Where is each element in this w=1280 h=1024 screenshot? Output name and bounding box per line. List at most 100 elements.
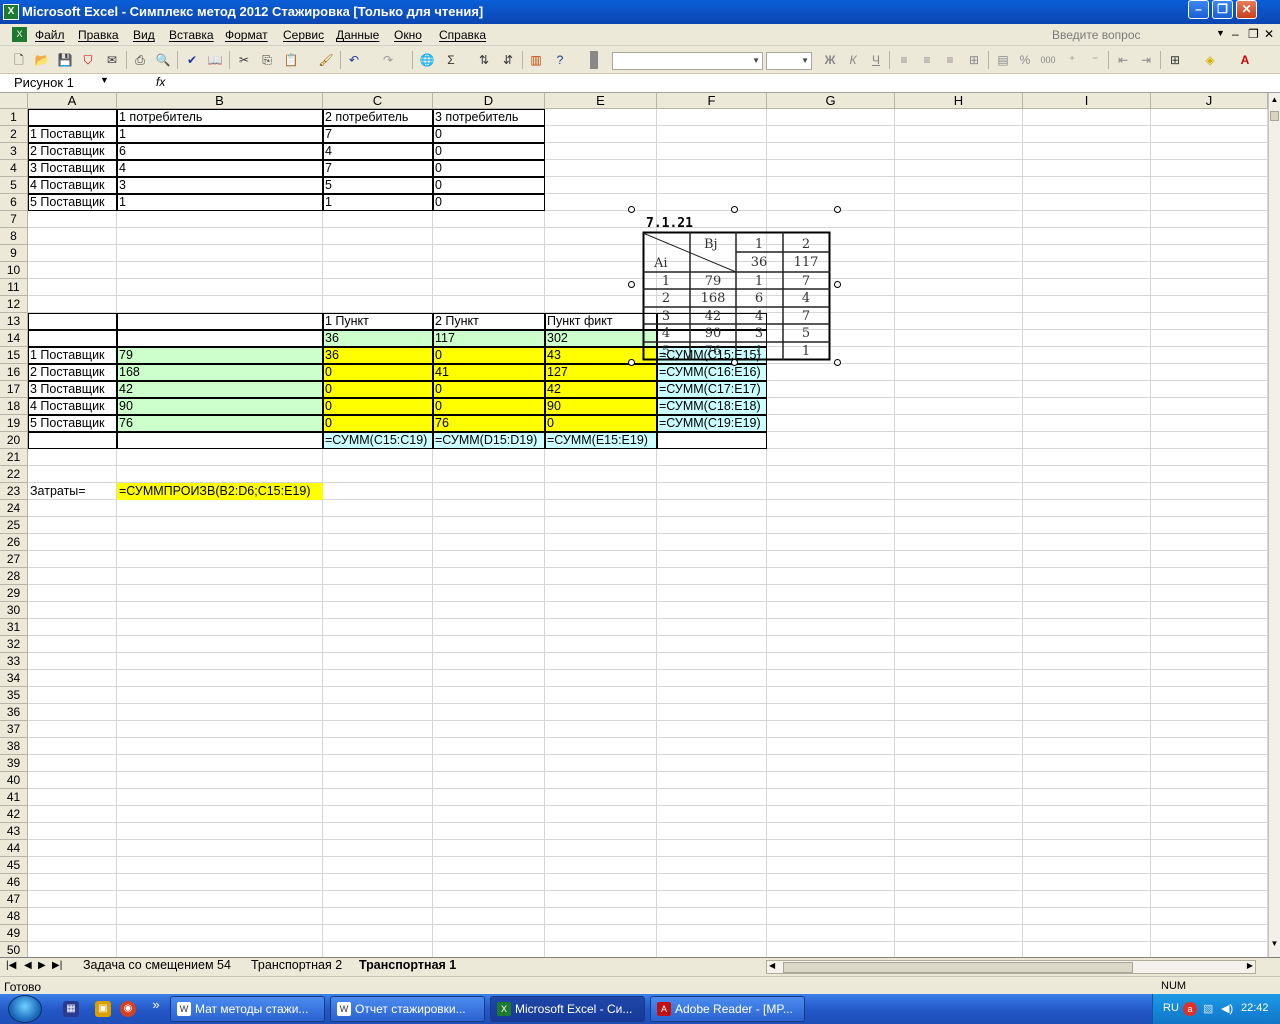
align-right-icon[interactable]: ≡ bbox=[942, 52, 958, 68]
row-header[interactable]: 34 bbox=[0, 670, 28, 687]
scroll-thumb[interactable] bbox=[1270, 111, 1279, 121]
cell-c1[interactable]: 2 потребитель bbox=[323, 109, 433, 126]
column-header-h[interactable]: H bbox=[895, 93, 1023, 109]
horizontal-scrollbar[interactable]: ◀ ▶ bbox=[766, 960, 1256, 974]
cell-a4[interactable]: 3 Поставщик bbox=[28, 160, 117, 177]
increase-indent-icon[interactable]: ⇥ bbox=[1138, 52, 1154, 68]
row-header[interactable]: 3 bbox=[0, 143, 28, 160]
embedded-picture[interactable]: 7.1.21 Bj Ai 1 2 36 117 1 79 1 72 168 6 43 42 4 7… bbox=[642, 211, 834, 363]
next-sheet-icon[interactable]: ▶ bbox=[38, 960, 46, 971]
borders-icon[interactable]: ⊞ bbox=[1167, 52, 1183, 68]
menu-edit[interactable]: Правка bbox=[78, 28, 119, 42]
resize-handle[interactable] bbox=[731, 206, 738, 213]
sort-ascending-icon[interactable]: ⇅ bbox=[476, 52, 492, 68]
select-all-corner[interactable] bbox=[0, 93, 28, 109]
cell-a17[interactable]: 3 Поставщик bbox=[28, 381, 117, 398]
tab-transportnaya-1[interactable]: Транспортная 1 bbox=[359, 958, 456, 972]
row-header[interactable]: 44 bbox=[0, 840, 28, 857]
ask-question-input[interactable]: Введите вопрос bbox=[1052, 28, 1141, 42]
cell-b2[interactable]: 1 bbox=[117, 126, 323, 143]
cut-icon[interactable]: ✂ bbox=[236, 52, 252, 68]
cell-d6[interactable]: 0 bbox=[433, 194, 545, 211]
menu-tools[interactable]: Сервис bbox=[283, 28, 324, 42]
cell-e19[interactable]: 0 bbox=[545, 415, 657, 432]
resize-handle[interactable] bbox=[628, 359, 635, 366]
cell-c6[interactable]: 1 bbox=[323, 194, 433, 211]
cell-d2[interactable]: 0 bbox=[433, 126, 545, 143]
menu-file[interactable]: Файл bbox=[35, 28, 65, 42]
cell-d3[interactable]: 0 bbox=[433, 143, 545, 160]
row-header[interactable]: 13 bbox=[0, 313, 28, 330]
cell-b14[interactable] bbox=[117, 330, 323, 347]
fill-color-icon[interactable]: ◈ bbox=[1202, 52, 1218, 68]
cell-d18[interactable]: 0 bbox=[433, 398, 545, 415]
autosum-icon[interactable]: Σ bbox=[443, 52, 459, 68]
decrease-decimal-icon[interactable]: ⁻ bbox=[1087, 52, 1103, 68]
row-header[interactable]: 26 bbox=[0, 534, 28, 551]
cell-c14[interactable]: 36 bbox=[323, 330, 433, 347]
task-adobe-reader[interactable]: A Adobe Reader - [MP... bbox=[650, 996, 805, 1022]
row-header[interactable]: 24 bbox=[0, 500, 28, 517]
cell-f18[interactable]: =СУММ(C18:E18) bbox=[657, 398, 767, 415]
excel-doc-icon[interactable]: X bbox=[12, 27, 27, 42]
fx-icon[interactable]: fx bbox=[156, 75, 165, 89]
resize-handle[interactable] bbox=[834, 359, 841, 366]
cell-e14[interactable]: 302 bbox=[545, 330, 657, 347]
cell-c13[interactable]: 1 Пункт bbox=[323, 313, 433, 330]
row-header[interactable]: 27 bbox=[0, 551, 28, 568]
cell-b1[interactable]: 1 потребитель bbox=[117, 109, 323, 126]
cell-a19[interactable]: 5 Поставщик bbox=[28, 415, 117, 432]
row-header[interactable]: 49 bbox=[0, 925, 28, 942]
row-header[interactable]: 4 bbox=[0, 160, 28, 177]
cell-d19[interactable]: 76 bbox=[433, 415, 545, 432]
thousands-icon[interactable]: 000 bbox=[1040, 52, 1056, 68]
cell-b5[interactable]: 3 bbox=[117, 177, 323, 194]
cell-c15[interactable]: 36 bbox=[323, 347, 433, 364]
font-color-icon[interactable]: A bbox=[1237, 52, 1253, 68]
research-icon[interactable]: 📖 bbox=[207, 52, 223, 68]
row-header[interactable]: 30 bbox=[0, 602, 28, 619]
cell-e20[interactable]: =СУММ(E15:E19) bbox=[545, 432, 657, 449]
column-header-g[interactable]: G bbox=[767, 93, 895, 109]
row-header[interactable]: 23 bbox=[0, 483, 28, 500]
cell-d4[interactable]: 0 bbox=[433, 160, 545, 177]
prev-sheet-icon[interactable]: ◀ bbox=[24, 960, 32, 971]
name-box[interactable]: Рисунок 1 ▼ bbox=[14, 75, 114, 92]
merge-center-icon[interactable]: ⊞ bbox=[966, 52, 982, 68]
network-icon[interactable]: ▧ bbox=[1203, 1002, 1213, 1015]
resize-handle[interactable] bbox=[834, 206, 841, 213]
cell-b15[interactable]: 79 bbox=[117, 347, 323, 364]
permission-icon[interactable]: ⛉ bbox=[80, 52, 96, 68]
menu-window[interactable]: Окно bbox=[394, 28, 422, 42]
cell-e17[interactable]: 42 bbox=[545, 381, 657, 398]
task-word-1[interactable]: W Мат методы стажи... bbox=[170, 996, 325, 1022]
column-header-f[interactable]: F bbox=[657, 93, 767, 109]
cell-e18[interactable]: 90 bbox=[545, 398, 657, 415]
cell-c20[interactable]: =СУММ(C15:C19) bbox=[323, 432, 433, 449]
cell-f16[interactable]: =СУММ(C16:E16) bbox=[657, 364, 767, 381]
cell-f19[interactable]: =СУММ(C19:E19) bbox=[657, 415, 767, 432]
row-header[interactable]: 8 bbox=[0, 228, 28, 245]
column-header-e[interactable]: E bbox=[545, 93, 657, 109]
bold-icon[interactable]: Ж bbox=[822, 52, 838, 68]
row-header[interactable]: 9 bbox=[0, 245, 28, 262]
undo-icon[interactable]: ↶ bbox=[346, 52, 362, 68]
cell-b23[interactable]: =СУММПРОИЗВ(B2:D6;C15:E19) bbox=[117, 483, 323, 500]
cell-c16[interactable]: 0 bbox=[323, 364, 433, 381]
row-header[interactable]: 45 bbox=[0, 857, 28, 874]
cell-c19[interactable]: 0 bbox=[323, 415, 433, 432]
cell-c2[interactable]: 7 bbox=[323, 126, 433, 143]
row-header[interactable]: 1 bbox=[0, 109, 28, 126]
redo-icon[interactable]: ↷ bbox=[380, 52, 396, 68]
cell-a3[interactable]: 2 Поставщик bbox=[28, 143, 117, 160]
chart-wizard-icon[interactable]: ▥ bbox=[528, 52, 544, 68]
currency-icon[interactable]: ▤ bbox=[995, 52, 1011, 68]
doc-close-button[interactable]: ✕ bbox=[1264, 27, 1274, 41]
cell-d1[interactable]: 3 потребитель bbox=[433, 109, 545, 126]
cell-b3[interactable]: 6 bbox=[117, 143, 323, 160]
vertical-scrollbar[interactable]: ▲ ▼ bbox=[1268, 93, 1280, 957]
increase-decimal-icon[interactable]: ⁺ bbox=[1064, 52, 1080, 68]
cell-a5[interactable]: 4 Поставщик bbox=[28, 177, 117, 194]
chrome-icon[interactable]: ◉ bbox=[120, 1001, 136, 1017]
start-button[interactable] bbox=[8, 995, 42, 1023]
